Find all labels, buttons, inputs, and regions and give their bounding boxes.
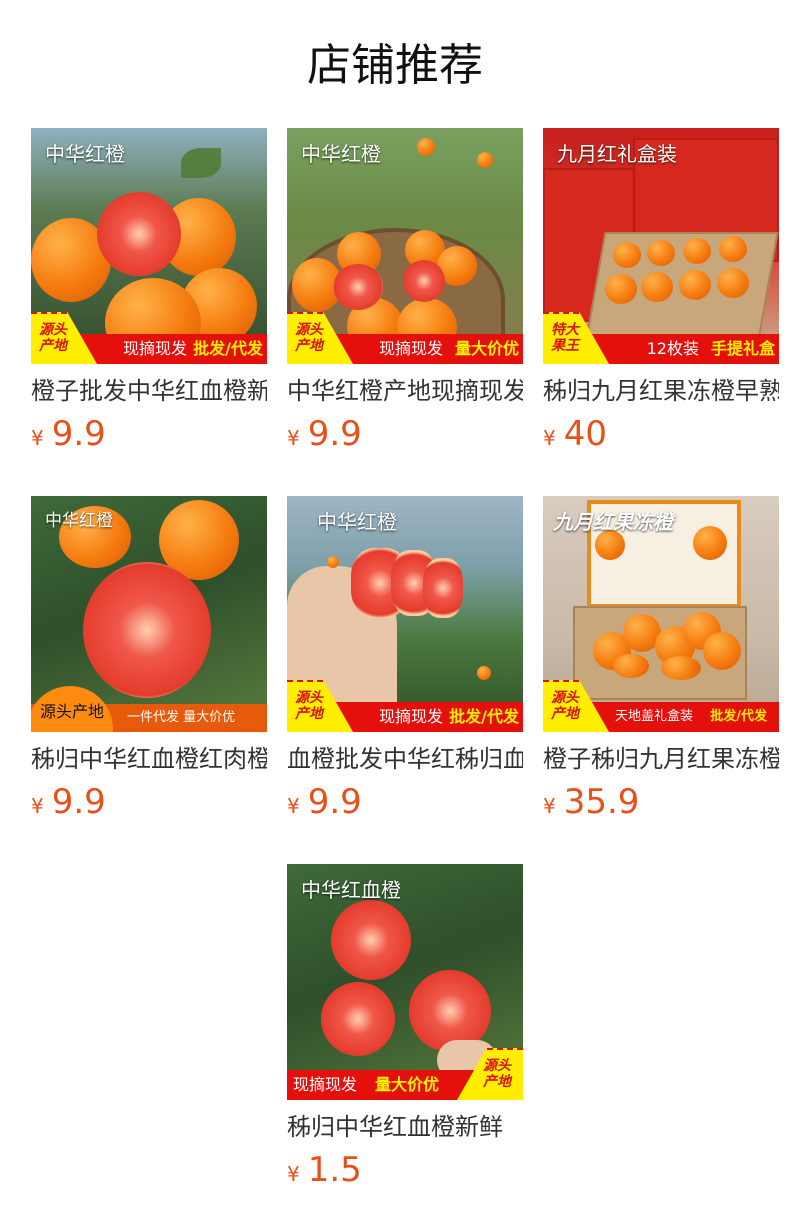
page-title: 店铺推荐 bbox=[307, 40, 483, 91]
product-card[interactable]: 中华红橙 现摘现发 批发/代发 源头 产地 橙子批发中华红血橙新鲜 ¥9.9 bbox=[31, 128, 267, 454]
image-caption: 九月红礼盒装 bbox=[557, 142, 677, 166]
product-name[interactable]: 橙子批发中华红血橙新鲜 bbox=[31, 376, 267, 406]
product-name[interactable]: 秭归中华红血橙新鲜 bbox=[287, 1112, 523, 1142]
product-image[interactable]: 中华红橙 现摘现发 批发/代发 源头 产地 bbox=[31, 128, 267, 364]
product-image[interactable]: 中华红血橙 现摘现发 量大价优 源头 产地 bbox=[287, 864, 523, 1100]
product-price: ¥9.9 bbox=[287, 414, 362, 454]
product-price: ¥9.9 bbox=[287, 782, 362, 822]
product-image[interactable]: 九月红礼盒装 12枚装 手提礼盒 特大 果王 bbox=[543, 128, 779, 364]
product-image[interactable]: 九月红果冻橙 天地盖礼盒装 批发/代发 源头 产地 bbox=[543, 496, 779, 732]
product-name[interactable]: 秭归中华红血橙红肉橙子 bbox=[31, 744, 267, 774]
product-image[interactable]: 中华红橙 现摘现发 量大价优 源头 产地 bbox=[287, 128, 523, 364]
image-caption: 中华红橙 bbox=[45, 142, 125, 166]
image-caption: 中华红橙 bbox=[301, 142, 381, 166]
currency-symbol: ¥ bbox=[31, 794, 44, 818]
currency-symbol: ¥ bbox=[287, 1162, 300, 1186]
currency-symbol: ¥ bbox=[287, 794, 300, 818]
currency-symbol: ¥ bbox=[543, 426, 556, 450]
product-card[interactable]: 九月红礼盒装 12枚装 手提礼盒 特大 果王 秭归九月红果冻橙早熟 ¥40 bbox=[543, 128, 779, 454]
product-card[interactable]: 中华红橙 现摘现发 批发/代发 源头 产地 血橙批发中华红秭归血橙 ¥9.9 bbox=[287, 496, 523, 822]
currency-symbol: ¥ bbox=[31, 426, 44, 450]
product-card[interactable]: 中华红橙 源头产地 一件代发 量大价优 秭归中华红血橙红肉橙子 ¥9.9 bbox=[31, 496, 267, 822]
product-price: ¥9.9 bbox=[31, 414, 106, 454]
currency-symbol: ¥ bbox=[287, 426, 300, 450]
product-price: ¥1.5 bbox=[287, 1150, 362, 1190]
product-card[interactable]: 九月红果冻橙 天地盖礼盒装 批发/代发 源头 产地 橙子秭归九月红果冻橙 ¥35… bbox=[543, 496, 779, 822]
image-caption: 中华红血橙 bbox=[301, 878, 401, 902]
product-price: ¥40 bbox=[543, 414, 607, 454]
currency-symbol: ¥ bbox=[543, 794, 556, 818]
image-caption: 中华红橙 bbox=[317, 510, 397, 534]
product-name[interactable]: 橙子秭归九月红果冻橙 bbox=[543, 744, 779, 774]
product-card[interactable]: 中华红血橙 现摘现发 量大价优 源头 产地 秭归中华红血橙新鲜 ¥1.5 bbox=[287, 864, 523, 1190]
promo-ribbon: 源头产地 一件代发 量大价优 bbox=[31, 686, 267, 732]
product-name[interactable]: 秭归九月红果冻橙早熟 bbox=[543, 376, 779, 406]
product-card[interactable]: 中华红橙 现摘现发 量大价优 源头 产地 中华红橙产地现摘现发 ¥9.9 bbox=[287, 128, 523, 454]
product-name[interactable]: 血橙批发中华红秭归血橙 bbox=[287, 744, 523, 774]
product-price: ¥9.9 bbox=[31, 782, 106, 822]
product-image[interactable]: 中华红橙 源头产地 一件代发 量大价优 bbox=[31, 496, 267, 732]
product-price: ¥35.9 bbox=[543, 782, 640, 822]
product-image[interactable]: 中华红橙 现摘现发 批发/代发 源头 产地 bbox=[287, 496, 523, 732]
image-caption: 中华红橙 bbox=[45, 511, 113, 531]
image-caption: 九月红果冻橙 bbox=[553, 510, 673, 534]
product-name[interactable]: 中华红橙产地现摘现发 bbox=[287, 376, 523, 406]
